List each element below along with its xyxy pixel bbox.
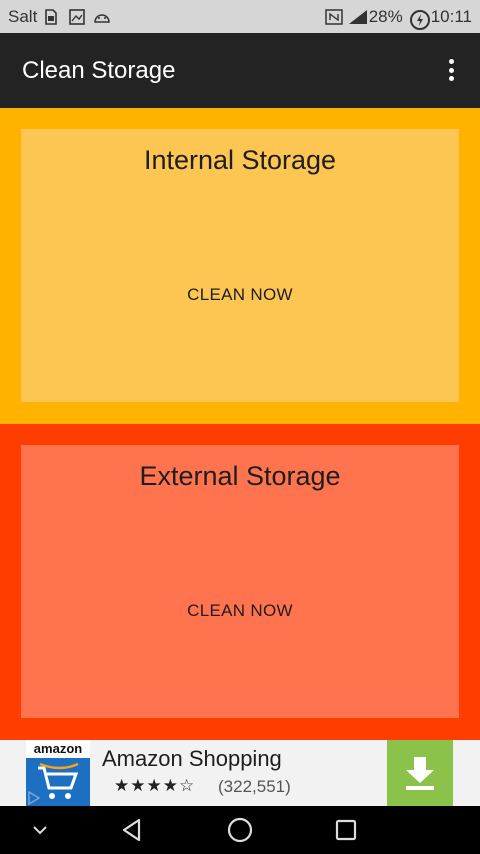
amazon-logo-text: amazon	[33, 741, 83, 756]
ad-download-button[interactable]	[387, 740, 453, 806]
carrier-name: Salt	[8, 6, 38, 26]
external-storage-card: External Storage CLEAN NOW	[21, 445, 459, 718]
sim-icon	[45, 8, 61, 25]
clock: 10:11	[430, 6, 472, 26]
external-storage-section: External Storage CLEAN NOW	[0, 424, 480, 740]
status-bar: Salt 28% 10:11	[0, 0, 480, 33]
recents-button[interactable]	[332, 816, 360, 844]
signal-icon	[347, 9, 367, 25]
app-bar: Clean Storage	[0, 33, 480, 108]
home-circle-icon	[227, 817, 253, 843]
home-button[interactable]	[226, 816, 254, 844]
ad-review-count: (322,551)	[218, 777, 291, 796]
hide-nav-button[interactable]	[26, 816, 54, 844]
recents-square-icon	[335, 819, 357, 841]
gallery-icon	[69, 8, 86, 25]
overflow-menu-button[interactable]	[440, 56, 462, 84]
clean-internal-button[interactable]: CLEAN NOW	[175, 279, 305, 311]
chevron-down-icon	[33, 826, 47, 835]
internal-storage-title: Internal Storage	[143, 145, 337, 175]
download-icon	[406, 757, 434, 790]
ad-rating-stars: ★★★★☆	[114, 776, 196, 796]
overflow-dot	[448, 67, 454, 73]
android-icon	[93, 9, 111, 25]
ad-title[interactable]: Amazon Shopping	[102, 746, 282, 772]
overflow-dot	[448, 59, 454, 64]
nfc-icon	[324, 8, 343, 25]
app-title: Clean Storage	[22, 56, 176, 84]
battery-charging-icon	[409, 9, 430, 30]
adchoices-icon[interactable]	[26, 790, 42, 806]
clean-external-button[interactable]: CLEAN NOW	[175, 595, 305, 627]
external-storage-title: External Storage	[139, 461, 341, 491]
navigation-bar	[0, 806, 480, 854]
internal-storage-section: Internal Storage CLEAN NOW	[0, 108, 480, 424]
battery-percent: 28%	[368, 6, 403, 26]
ad-banner[interactable]: amazon Amazon Shopping ★★★★☆ (322,551)	[0, 740, 480, 806]
back-triangle-icon	[122, 818, 141, 842]
internal-storage-card: Internal Storage CLEAN NOW	[21, 129, 459, 402]
overflow-dot	[448, 76, 454, 81]
back-button[interactable]	[118, 816, 146, 844]
